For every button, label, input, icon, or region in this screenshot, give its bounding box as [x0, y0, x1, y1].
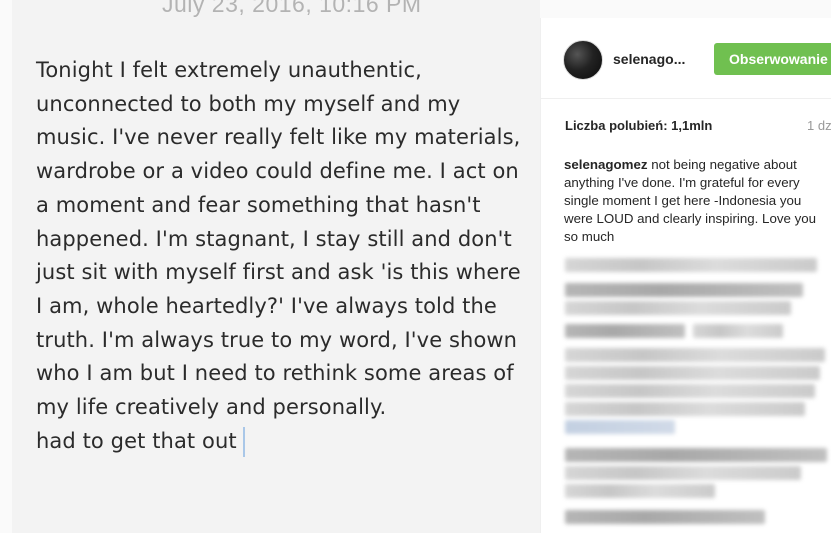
- blurred-comment-line: [565, 466, 801, 480]
- post-image: July 23, 2016, 10:16 PM Tonight I felt e…: [12, 0, 540, 533]
- likes-count[interactable]: Liczba polubień: 1,1mln: [565, 118, 712, 133]
- blurred-comment-line: [565, 258, 817, 272]
- post-caption: selenagomez not being negative about any…: [564, 156, 831, 246]
- blurred-comment-line: [565, 402, 805, 416]
- post-time[interactable]: 1 dz: [807, 118, 831, 133]
- note-last-line: had to get that out: [36, 425, 531, 459]
- note-last-line-text: had to get that out: [36, 428, 237, 453]
- caption-username[interactable]: selenagomez: [564, 157, 648, 172]
- note-date: July 23, 2016, 10:16 PM: [162, 0, 422, 17]
- blurred-comment-line: [565, 448, 827, 462]
- blurred-comment-line: [693, 324, 783, 338]
- blurred-comment-line: [565, 324, 685, 338]
- note-paragraph: Tonight I felt extremely unauthentic, un…: [36, 58, 521, 420]
- blurred-comment-line: [565, 348, 825, 362]
- following-button[interactable]: Obserwowanie: [714, 43, 831, 75]
- post-sidebar: selenago... Obserwowanie Liczba polubień…: [540, 18, 831, 533]
- blurred-comment-line: [565, 366, 820, 380]
- blurred-comment-line: [565, 384, 815, 398]
- blurred-comment-line: [565, 420, 675, 434]
- note-text: Tonight I felt extremely unauthentic, un…: [36, 54, 531, 458]
- blurred-comment-line: [565, 484, 715, 498]
- post-header: selenago... Obserwowanie: [541, 18, 831, 99]
- blurred-comments: [565, 258, 831, 533]
- blurred-comment-line: [565, 510, 765, 524]
- username-link[interactable]: selenago...: [613, 51, 685, 67]
- avatar[interactable]: [563, 40, 603, 80]
- likes-row: Liczba polubień: 1,1mln 1 dz: [565, 118, 831, 133]
- blurred-comment-line: [565, 301, 791, 315]
- text-cursor: [242, 426, 245, 457]
- blurred-comment-line: [565, 283, 803, 297]
